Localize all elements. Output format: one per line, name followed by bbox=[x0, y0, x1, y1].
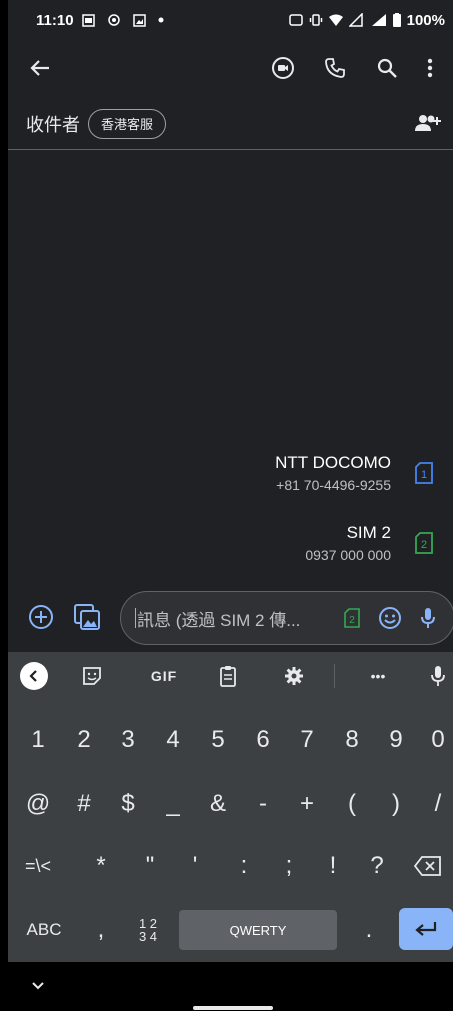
dot-icon bbox=[158, 17, 164, 23]
key[interactable]: ; bbox=[273, 838, 305, 894]
key[interactable]: 3 bbox=[112, 712, 144, 768]
keyboard-row-numbers: 1 2 3 4 5 6 7 8 9 0 bbox=[8, 712, 453, 768]
key[interactable]: " bbox=[134, 838, 166, 894]
key[interactable]: ! bbox=[317, 838, 349, 894]
search-icon[interactable] bbox=[361, 48, 413, 88]
abc-key[interactable]: ABC bbox=[18, 902, 70, 958]
screen-record-icon bbox=[107, 13, 121, 27]
key[interactable]: 4 bbox=[157, 712, 189, 768]
add-people-icon[interactable] bbox=[413, 110, 443, 138]
status-bar: 11:10 100% bbox=[8, 0, 453, 40]
sim-card-2-icon: 2 bbox=[415, 532, 433, 554]
sticker-icon[interactable] bbox=[78, 662, 106, 690]
chevron-left-icon bbox=[20, 662, 48, 690]
clipboard-icon[interactable] bbox=[214, 662, 242, 690]
home-handle[interactable] bbox=[193, 1006, 273, 1010]
key[interactable]: _ bbox=[157, 776, 189, 832]
text-cursor bbox=[135, 608, 136, 628]
space-key[interactable]: QWERTY bbox=[179, 910, 337, 950]
key[interactable]: + bbox=[291, 776, 323, 832]
sim-name: SIM 2 bbox=[346, 523, 391, 542]
gallery-icon[interactable] bbox=[70, 600, 104, 634]
key[interactable]: * bbox=[85, 838, 117, 894]
sim-option-1[interactable]: NTT DOCOMO +81 70-4496-9255 1 bbox=[133, 453, 433, 493]
svg-text:2: 2 bbox=[349, 615, 355, 626]
auto-icon bbox=[288, 14, 303, 26]
key[interactable]: ' bbox=[179, 838, 211, 894]
key[interactable]: - bbox=[247, 776, 279, 832]
navigation-bar bbox=[8, 962, 453, 1011]
comma-key[interactable]: , bbox=[86, 902, 116, 958]
chevron-down-icon[interactable] bbox=[28, 976, 48, 996]
key[interactable]: 0 bbox=[422, 712, 453, 768]
backspace-icon[interactable] bbox=[408, 838, 448, 894]
key[interactable]: ) bbox=[380, 776, 412, 832]
message-input[interactable]: 訊息 (透過 SIM 2 傳... 2 bbox=[120, 591, 453, 645]
sim-number: +81 70-4496-9255 bbox=[276, 477, 391, 493]
more-options-button[interactable]: ••• bbox=[360, 662, 396, 690]
recipient-chip[interactable]: 香港客服 bbox=[88, 108, 167, 139]
battery-level: 100% bbox=[406, 11, 445, 29]
vibrate-icon bbox=[309, 13, 323, 27]
phone-icon[interactable] bbox=[309, 48, 361, 88]
battery-icon bbox=[392, 13, 401, 27]
compose-row: 訊息 (透過 SIM 2 傳... 2 bbox=[8, 588, 453, 648]
more-vert-icon[interactable] bbox=[413, 48, 447, 88]
key[interactable]: / bbox=[422, 776, 453, 832]
key[interactable]: 9 bbox=[380, 712, 412, 768]
keyboard: GIF ••• 1 2 3 4 5 6 7 8 9 0 @ # $ _ & - … bbox=[8, 652, 453, 962]
period-key[interactable]: . bbox=[354, 902, 384, 958]
key[interactable]: # bbox=[68, 776, 100, 832]
status-time: 11:10 bbox=[36, 11, 74, 29]
recipient-label: 收件者 bbox=[26, 114, 80, 135]
keyboard-toolbar: GIF ••• bbox=[8, 652, 453, 700]
recipient-row: 收件者 香港客服 bbox=[8, 98, 453, 150]
key[interactable]: 5 bbox=[202, 712, 234, 768]
keyboard-row-bottom: ABC , 1 2 3 4 QWERTY . bbox=[8, 902, 453, 958]
microphone-icon[interactable] bbox=[410, 600, 446, 636]
key[interactable]: 6 bbox=[247, 712, 279, 768]
voice-input-icon[interactable] bbox=[426, 662, 450, 690]
sim-name: NTT DOCOMO bbox=[275, 453, 391, 472]
notification-icon bbox=[81, 13, 95, 27]
wifi-icon bbox=[328, 14, 343, 27]
gif-button[interactable]: GIF bbox=[144, 662, 184, 690]
signal-icon bbox=[348, 13, 365, 27]
enter-key[interactable] bbox=[399, 908, 453, 950]
key[interactable]: ? bbox=[361, 838, 393, 894]
fraction-key[interactable]: 1 2 3 4 bbox=[128, 902, 168, 958]
sim-card-1-icon: 1 bbox=[415, 462, 433, 484]
add-attachment-icon[interactable] bbox=[24, 600, 58, 634]
sim-option-2[interactable]: SIM 2 0937 000 000 2 bbox=[133, 523, 433, 563]
enter-arrow-icon bbox=[415, 922, 437, 936]
key[interactable]: $ bbox=[112, 776, 144, 832]
arrow-left-icon[interactable] bbox=[26, 54, 54, 82]
emoji-icon[interactable] bbox=[372, 600, 408, 636]
key[interactable]: 7 bbox=[291, 712, 323, 768]
toolbar-divider bbox=[334, 664, 335, 688]
collapse-toolbar-button[interactable] bbox=[20, 662, 48, 690]
keyboard-row-more-symbols: =\< * " ' : ; ! ? bbox=[8, 838, 453, 894]
key[interactable]: : bbox=[228, 838, 260, 894]
keyboard-row-symbols: @ # $ _ & - + ( ) / bbox=[8, 776, 453, 832]
key[interactable]: ( bbox=[336, 776, 368, 832]
key[interactable]: @ bbox=[22, 776, 54, 832]
app-bar bbox=[8, 40, 453, 96]
key[interactable]: 2 bbox=[68, 712, 100, 768]
settings-gear-icon[interactable] bbox=[280, 662, 308, 690]
sim-card-2-icon[interactable]: 2 bbox=[334, 600, 370, 636]
more-symbols-key[interactable]: =\< bbox=[16, 838, 60, 894]
image-icon bbox=[132, 13, 146, 27]
video-call-icon[interactable] bbox=[257, 48, 309, 88]
sim-number: 0937 000 000 bbox=[305, 547, 391, 563]
svg-text:1: 1 bbox=[421, 469, 427, 481]
fraction-bottom: 3 4 bbox=[138, 929, 158, 944]
key[interactable]: 1 bbox=[22, 712, 54, 768]
key[interactable]: 8 bbox=[336, 712, 368, 768]
signal-full-icon bbox=[371, 13, 387, 27]
svg-text:2: 2 bbox=[421, 539, 427, 551]
app-frame: 11:10 100% 收件者 香港客服 NTT DOCOMO +81 70-44… bbox=[8, 0, 453, 1011]
message-placeholder: 訊息 (透過 SIM 2 傳... bbox=[137, 610, 301, 630]
key[interactable]: & bbox=[202, 776, 234, 832]
